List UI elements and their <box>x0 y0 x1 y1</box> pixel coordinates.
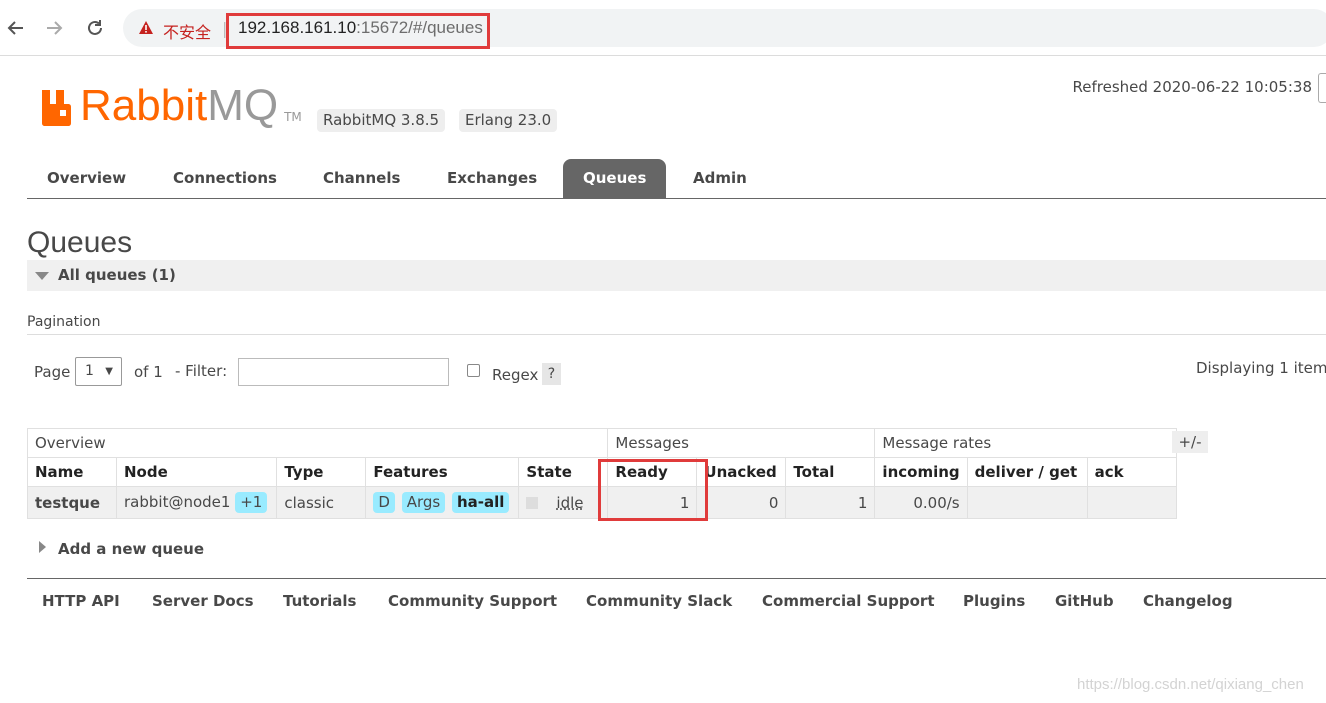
erlang-version-badge: Erlang 23.0 <box>459 109 558 132</box>
group-overview: Overview <box>26 428 609 458</box>
queue-state: idle <box>518 486 609 519</box>
refreshed-timestamp: Refreshed 2020-06-22 10:05:38 <box>1072 78 1312 96</box>
queue-features: D Args ha-all <box>365 486 520 519</box>
logo-rabbit-text: Rabbit <box>80 81 208 130</box>
filter-label: - Filter: <box>175 362 228 380</box>
feature-durable-badge[interactable]: D <box>373 492 395 513</box>
browser-toolbar: 不安全 | 192.168.161.10:15672/#/queues <box>0 0 1326 56</box>
footer-link-commercial-support[interactable]: Commercial Support <box>762 592 935 610</box>
main-nav-tabs: Overview Connections Channels Exchanges … <box>27 159 1326 199</box>
logo-trademark: TM <box>284 110 302 124</box>
all-queues-label: All queues (1) <box>58 266 176 284</box>
col-total[interactable]: Total <box>785 457 876 487</box>
footer-link-server-docs[interactable]: Server Docs <box>152 592 254 610</box>
col-unacked[interactable]: Unacked <box>696 457 787 487</box>
filter-input[interactable] <box>238 358 449 386</box>
expand-triangle-icon <box>39 541 46 553</box>
footer-link-changelog[interactable]: Changelog <box>1143 592 1233 610</box>
watermark: https://blog.csdn.net/qixiang_chen <box>1077 676 1304 693</box>
regex-checkbox[interactable] <box>467 364 480 377</box>
tab-exchanges[interactable]: Exchanges <box>427 159 557 198</box>
col-ack[interactable]: ack <box>1086 457 1177 487</box>
security-status[interactable]: 不安全 <box>163 19 211 43</box>
url-annotation-box <box>226 13 490 49</box>
tab-queues[interactable]: Queues <box>563 159 667 198</box>
page-title: Queues <box>27 226 133 259</box>
rabbitmq-version-badge: RabbitMQ 3.8.5 <box>317 109 446 132</box>
page-label: Page <box>34 363 71 381</box>
collapse-triangle-icon <box>35 272 49 280</box>
regex-help-button[interactable]: ? <box>542 363 561 385</box>
rate-deliver-get <box>966 486 1088 519</box>
mirror-count-badge[interactable]: +1 <box>235 492 268 513</box>
footer-divider <box>27 578 1326 579</box>
footer-link-tutorials[interactable]: Tutorials <box>283 592 356 610</box>
rate-ack <box>1086 486 1177 519</box>
messages-total: 1 <box>785 486 876 519</box>
queue-name-link[interactable]: testque <box>27 486 117 519</box>
queue-type: classic <box>276 486 367 519</box>
forward-arrow-icon[interactable] <box>42 16 66 40</box>
ready-annotation-box <box>598 459 708 521</box>
reload-icon[interactable] <box>83 16 107 40</box>
all-queues-section-toggle[interactable]: All queues (1) <box>27 260 1326 291</box>
node-name: rabbit@node1 <box>124 493 231 511</box>
footer-link-plugins[interactable]: Plugins <box>963 592 1025 610</box>
dropdown-arrow-icon: ▼ <box>105 366 113 377</box>
displaying-count: Displaying 1 item <box>1196 359 1326 377</box>
rabbitmq-logo[interactable]: Rabbit MQ TM <box>40 84 302 128</box>
tab-channels[interactable]: Channels <box>303 159 420 198</box>
col-deliver-get[interactable]: deliver / get <box>966 457 1088 487</box>
add-new-queue-label: Add a new queue <box>58 540 205 558</box>
page-select-value: 1 <box>85 363 94 379</box>
rabbitmq-logo-icon <box>42 90 71 126</box>
rate-incoming: 0.00/s <box>874 486 968 519</box>
group-messages: Messages <box>607 428 876 458</box>
messages-unacked: 0 <box>696 486 787 519</box>
col-type[interactable]: Type <box>276 457 367 487</box>
footer-link-http-api[interactable]: HTTP API <box>42 592 120 610</box>
col-incoming[interactable]: incoming <box>874 457 968 487</box>
back-arrow-icon[interactable] <box>4 16 28 40</box>
tab-overview[interactable]: Overview <box>27 159 146 198</box>
tab-admin[interactable]: Admin <box>673 159 767 198</box>
group-message-rates: Message rates <box>874 428 1177 458</box>
state-label: idle <box>556 493 584 512</box>
col-features[interactable]: Features <box>365 457 520 487</box>
add-new-queue-toggle[interactable]: Add a new queue <box>39 540 204 558</box>
logo-mq-text: MQ <box>207 81 279 130</box>
queue-node: rabbit@node1 +1 <box>115 486 278 519</box>
tab-connections[interactable]: Connections <box>153 159 297 198</box>
page-select[interactable]: 1 ▼ <box>75 357 122 386</box>
feature-args-badge[interactable]: Args <box>401 492 446 513</box>
pagination-divider <box>27 334 1326 335</box>
footer-link-community-support[interactable]: Community Support <box>388 592 557 610</box>
pagination-label: Pagination <box>27 314 101 330</box>
regex-label: Regex <box>492 366 539 384</box>
state-indicator-icon <box>526 496 539 509</box>
refresh-interval-select[interactable] <box>1318 73 1326 103</box>
col-node[interactable]: Node <box>115 457 278 487</box>
col-name[interactable]: Name <box>27 457 117 487</box>
table-group-header: Overview Messages Message rates <box>26 428 1177 458</box>
feature-policy-badge[interactable]: ha-all <box>451 492 510 513</box>
footer-link-community-slack[interactable]: Community Slack <box>586 592 732 610</box>
column-toggle-button[interactable]: +/- <box>1172 431 1208 453</box>
col-state[interactable]: State <box>518 457 609 487</box>
footer-link-github[interactable]: GitHub <box>1055 592 1114 610</box>
page-count-label: of 1 <box>134 363 163 381</box>
warning-icon[interactable] <box>138 20 154 39</box>
